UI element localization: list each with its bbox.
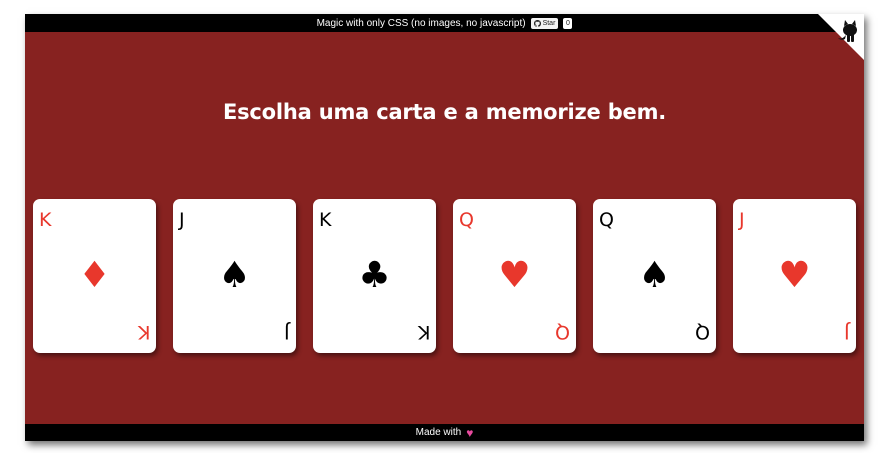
- card-rank-top: K: [319, 209, 332, 231]
- footer-bar: Made with ♥: [25, 424, 864, 441]
- top-bar-title: Magic with only CSS (no images, no javas…: [316, 17, 526, 29]
- github-star-count[interactable]: 0: [563, 17, 573, 29]
- card-row: K ♦ K J ♠ J K ♣ K Q ♥ Q Q ♠ Q J ♥ J: [25, 199, 864, 353]
- card-rank-bottom: J: [844, 321, 850, 343]
- card-rank-top: J: [179, 209, 185, 231]
- playing-card[interactable]: K ♣ K: [313, 199, 436, 353]
- card-rank-bottom: Q: [555, 321, 570, 343]
- heart-suit-icon: ♥: [778, 255, 811, 296]
- heart-suit-icon: ♥: [498, 255, 531, 296]
- spade-icon: ♠: [218, 255, 251, 296]
- club-icon: ♣: [358, 255, 391, 296]
- github-star-button[interactable]: Star: [530, 17, 559, 29]
- card-rank-bottom: Q: [695, 321, 710, 343]
- app-frame: Magic with only CSS (no images, no javas…: [25, 14, 864, 441]
- card-rank-top: J: [739, 209, 745, 231]
- playing-card[interactable]: Q ♠ Q: [593, 199, 716, 353]
- top-bar: Magic with only CSS (no images, no javas…: [25, 14, 864, 32]
- card-rank-bottom: K: [137, 321, 150, 343]
- github-corner-link[interactable]: [818, 14, 864, 60]
- github-icon: [533, 19, 541, 27]
- playing-card[interactable]: J ♠ J: [173, 199, 296, 353]
- github-star-label: Star: [542, 19, 556, 27]
- spade-icon: ♠: [638, 255, 671, 296]
- github-octocat-icon: [818, 14, 864, 60]
- card-rank-bottom: J: [284, 321, 290, 343]
- card-rank-top: Q: [459, 209, 474, 231]
- playing-card[interactable]: Q ♥ Q: [453, 199, 576, 353]
- playing-card[interactable]: K ♦ K: [33, 199, 156, 353]
- card-rank-bottom: K: [417, 321, 430, 343]
- card-rank-top: Q: [599, 209, 614, 231]
- card-rank-top: K: [39, 209, 52, 231]
- diamond-icon: ♦: [78, 255, 111, 296]
- playing-card[interactable]: J ♥ J: [733, 199, 856, 353]
- page-heading: Escolha uma carta e a memorize bem.: [222, 100, 667, 124]
- heart-icon: ♥: [466, 425, 474, 440]
- footer-text: Made with: [415, 427, 462, 438]
